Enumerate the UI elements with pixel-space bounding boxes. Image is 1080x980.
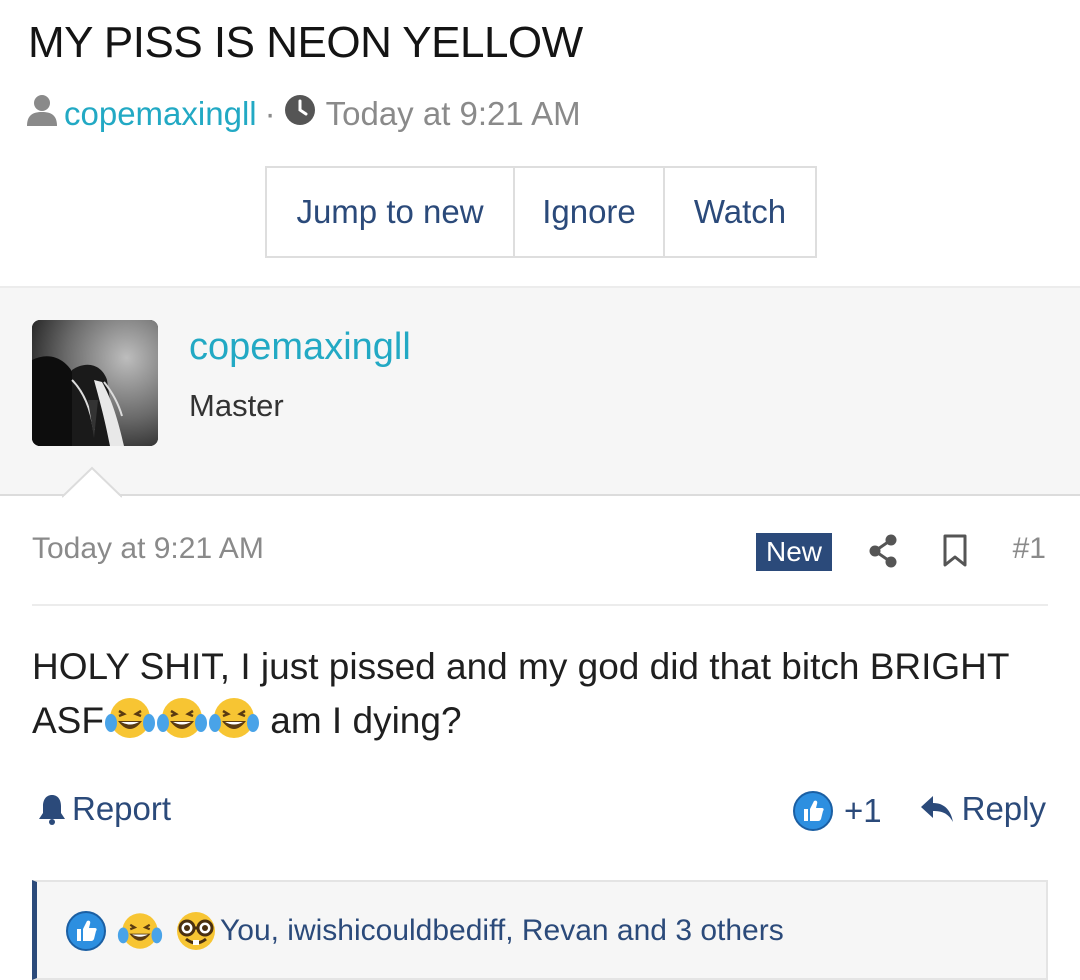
- reply-arrow-icon: [920, 796, 953, 822]
- thread-meta: copemaxingll · Today at 9:21 AM: [26, 92, 581, 136]
- thread-author-link[interactable]: copemaxingll: [64, 95, 257, 133]
- thread-title: MY PISS IS NEON YELLOW: [28, 18, 583, 67]
- post-text-line2-suffix: am I dying?: [259, 700, 462, 741]
- post-body: HOLY SHIT, I just pissed and my god did …: [32, 640, 1048, 756]
- ignore-button[interactable]: Ignore: [515, 168, 665, 256]
- meta-separator: ·: [264, 95, 276, 132]
- reactions-summary-bar[interactable]: You, iwishicouldbediff, Revan and 3 othe…: [32, 880, 1048, 980]
- post-username-link[interactable]: copemaxingll: [189, 326, 411, 369]
- post-time[interactable]: Today at 9:21 AM: [32, 532, 264, 566]
- like-icon: [793, 791, 833, 831]
- post-text-line2-prefix: ASF: [32, 700, 104, 741]
- user-icon: [26, 93, 58, 135]
- thread-button-group: Jump to new Ignore Watch: [265, 166, 817, 258]
- like-button[interactable]: +1: [792, 790, 882, 832]
- nerd-icon: [177, 912, 215, 950]
- laughing-crying-emoji-icon: [104, 695, 156, 756]
- clock-icon: [284, 94, 316, 134]
- reactions-summary-text: You, iwishicouldbediff, Revan and 3 othe…: [220, 914, 784, 947]
- reaction-icons: [65, 910, 219, 952]
- divider: [32, 604, 1048, 606]
- post-meta-bar: Today at 9:21 AM New #1: [32, 530, 1048, 574]
- avatar[interactable]: [32, 320, 158, 446]
- laughing-crying-icon: [117, 913, 163, 949]
- share-icon[interactable]: [868, 534, 898, 573]
- user-arrow-pointer: [62, 466, 122, 498]
- like-icon: [66, 911, 106, 951]
- user-title: Master: [189, 388, 284, 423]
- reply-link[interactable]: Reply: [920, 790, 1046, 828]
- thread-time: Today at 9:21 AM: [325, 95, 581, 132]
- post-number-link[interactable]: #1: [1013, 532, 1046, 566]
- bell-icon: [39, 795, 65, 825]
- post-actions: Report +1 Reply: [32, 790, 1048, 838]
- post-user-block: copemaxingll Master: [0, 286, 1080, 496]
- laughing-crying-emoji-icon: [156, 695, 208, 756]
- watch-button[interactable]: Watch: [665, 168, 815, 256]
- jump-to-new-button[interactable]: Jump to new: [267, 168, 515, 256]
- bookmark-icon[interactable]: [942, 534, 968, 573]
- laughing-crying-emoji-icon: [208, 695, 260, 756]
- report-link[interactable]: Report: [38, 790, 171, 828]
- new-badge: New: [756, 533, 833, 571]
- reaction-count: +1: [844, 792, 882, 829]
- reply-label: Reply: [961, 790, 1046, 827]
- report-label: Report: [72, 790, 172, 827]
- post-text-line1: HOLY SHIT, I just pissed and my god did …: [32, 646, 1010, 687]
